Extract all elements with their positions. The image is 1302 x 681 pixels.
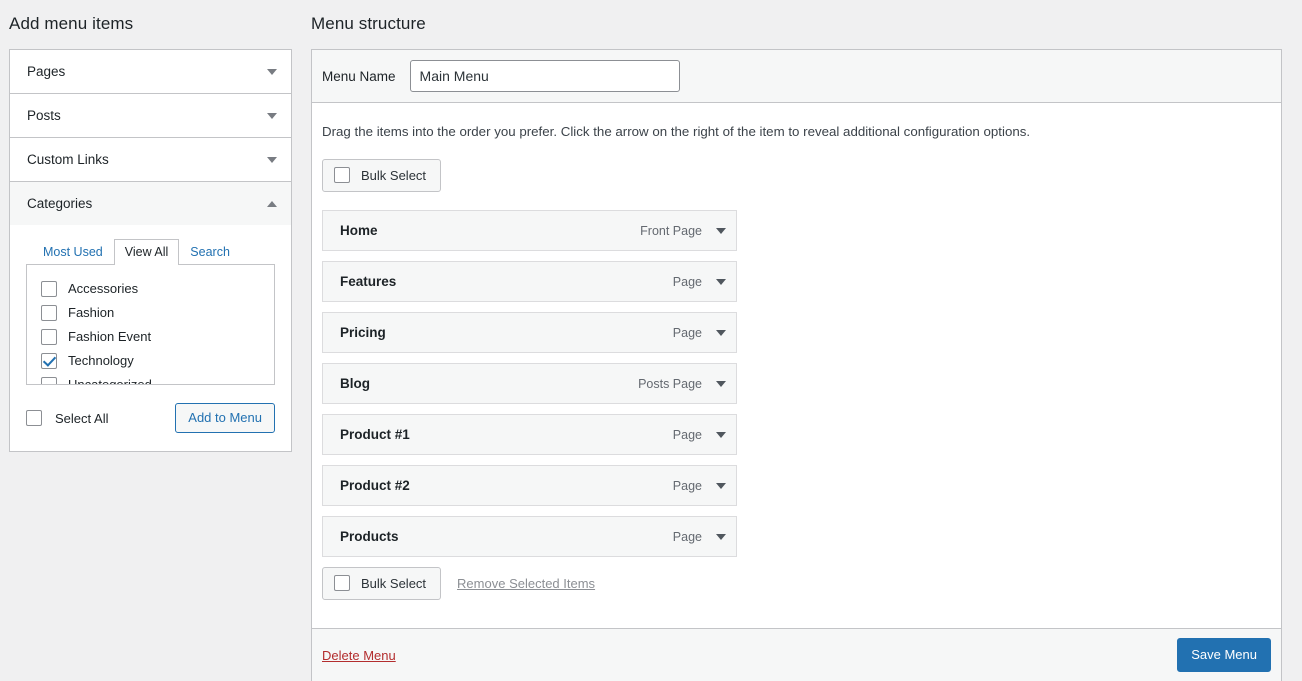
- bulk-actions-row: Bulk Select Remove Selected Items: [322, 567, 1281, 600]
- accordion-header-categories[interactable]: Categories: [10, 182, 291, 225]
- menu-item-title: Home: [340, 223, 378, 238]
- menu-name-label: Menu Name: [322, 68, 396, 84]
- select-all-control[interactable]: Select All: [26, 410, 108, 426]
- accordion-label-categories: Categories: [27, 196, 93, 211]
- table-row[interactable]: Pricing Page: [322, 312, 737, 353]
- drag-instructions: Drag the items into the order you prefer…: [322, 124, 1031, 139]
- tab-view-all[interactable]: View All: [113, 239, 180, 265]
- menu-item-title: Blog: [340, 376, 370, 391]
- list-item[interactable]: Fashion Event: [41, 325, 262, 349]
- menu-items-list: Home Front Page Features Page Pricing Pa…: [322, 210, 1281, 557]
- table-row[interactable]: Product #2 Page: [322, 465, 737, 506]
- menu-item-type: Page: [672, 529, 702, 544]
- categories-checklist: Accessories Fashion Fashion Event Techno…: [26, 265, 275, 385]
- checkbox-accessories[interactable]: [41, 281, 57, 297]
- chevron-down-icon[interactable]: [716, 533, 726, 540]
- menu-actions-footer: Delete Menu Save Menu: [311, 628, 1282, 681]
- menu-item-title: Pricing: [340, 325, 386, 340]
- menu-editor-page: Add menu items Menu structure Pages Post…: [0, 0, 1302, 681]
- menu-item-title: Products: [340, 529, 399, 544]
- menu-structure-panel: Menu Name Drag the items into the order …: [311, 49, 1282, 681]
- select-all-label: Select All: [55, 410, 109, 426]
- menu-structure-body: Drag the items into the order you prefer…: [312, 103, 1281, 600]
- checkbox-technology[interactable]: [41, 353, 57, 369]
- menu-structure-heading: Menu structure: [311, 14, 426, 33]
- remove-selected-items-link[interactable]: Remove Selected Items: [457, 576, 595, 591]
- accordion-label-posts: Posts: [27, 108, 61, 123]
- menu-name-input[interactable]: [409, 60, 680, 92]
- bulk-select-bottom[interactable]: Bulk Select: [322, 567, 442, 600]
- accordion-header-pages[interactable]: Pages: [10, 50, 291, 93]
- categories-footer: Select All Add to Menu: [26, 403, 275, 433]
- save-menu-button[interactable]: Save Menu: [1177, 638, 1271, 672]
- chevron-down-icon[interactable]: [716, 329, 726, 336]
- list-item-label: Accessories: [68, 281, 139, 296]
- menu-item-title: Product #1: [340, 427, 410, 442]
- menu-item-type: Page: [672, 427, 702, 442]
- menu-item-type: Page: [672, 325, 702, 340]
- accordion-panel-pages: Pages: [10, 50, 291, 94]
- checkbox-fashion[interactable]: [41, 305, 57, 321]
- checkbox-bulk-select-bottom[interactable]: [334, 575, 350, 591]
- chevron-down-icon[interactable]: [267, 68, 277, 75]
- list-item[interactable]: Accessories: [41, 277, 262, 301]
- chevron-down-icon[interactable]: [716, 431, 726, 438]
- menu-name-bar: Menu Name: [312, 50, 1281, 103]
- table-row[interactable]: Home Front Page: [322, 210, 737, 251]
- checkbox-bulk-select-top[interactable]: [334, 167, 350, 183]
- menu-item-title: Product #2: [340, 478, 410, 493]
- accordion-header-posts[interactable]: Posts: [10, 94, 291, 137]
- bulk-select-top[interactable]: Bulk Select: [322, 159, 442, 192]
- list-item[interactable]: Uncategorized: [41, 373, 262, 385]
- add-to-menu-button[interactable]: Add to Menu: [175, 403, 275, 433]
- table-row[interactable]: Products Page: [322, 516, 737, 557]
- checkbox-fashion-event[interactable]: [41, 329, 57, 345]
- list-item[interactable]: Fashion: [41, 301, 262, 325]
- list-item-label: Uncategorized: [68, 377, 152, 385]
- menu-item-type: Page: [672, 478, 702, 493]
- list-item-label: Fashion Event: [68, 329, 152, 344]
- categories-tabs: Most Used View All Search: [26, 239, 275, 265]
- accordion-panel-posts: Posts: [10, 94, 291, 138]
- categories-body: Most Used View All Search Accessories Fa…: [10, 225, 291, 451]
- bulk-select-top-label: Bulk Select: [361, 167, 427, 183]
- accordion-label-pages: Pages: [27, 64, 66, 79]
- table-row[interactable]: Blog Posts Page: [322, 363, 737, 404]
- accordion-header-custom-links[interactable]: Custom Links: [10, 138, 291, 181]
- checkbox-uncategorized[interactable]: [41, 377, 57, 384]
- chevron-down-icon[interactable]: [716, 227, 726, 234]
- accordion-panel-categories: Categories Most Used View All Search Acc…: [10, 182, 291, 451]
- menu-item-type: Page: [672, 274, 702, 289]
- accordion-label-custom-links: Custom Links: [27, 152, 109, 167]
- tab-most-used[interactable]: Most Used: [32, 239, 114, 265]
- list-item-label: Fashion: [68, 305, 115, 320]
- chevron-down-icon[interactable]: [716, 278, 726, 285]
- chevron-down-icon[interactable]: [267, 112, 277, 119]
- list-item-label: Technology: [68, 353, 134, 368]
- add-menu-items-heading: Add menu items: [9, 14, 134, 33]
- table-row[interactable]: Product #1 Page: [322, 414, 737, 455]
- accordion-panel-custom-links: Custom Links: [10, 138, 291, 182]
- chevron-up-icon[interactable]: [267, 200, 277, 207]
- list-item[interactable]: Technology: [41, 349, 262, 373]
- bulk-select-bottom-label: Bulk Select: [361, 575, 427, 591]
- table-row[interactable]: Features Page: [322, 261, 737, 302]
- chevron-down-icon[interactable]: [716, 482, 726, 489]
- delete-menu-link[interactable]: Delete Menu: [322, 648, 396, 663]
- add-menu-items-accordion: Pages Posts Custom Links Categories Most…: [9, 49, 292, 452]
- chevron-down-icon[interactable]: [716, 380, 726, 387]
- menu-item-title: Features: [340, 274, 397, 289]
- checkbox-select-all[interactable]: [26, 410, 42, 426]
- menu-item-type: Posts Page: [638, 376, 702, 391]
- chevron-down-icon[interactable]: [267, 156, 277, 163]
- tab-search[interactable]: Search: [179, 239, 241, 265]
- menu-item-type: Front Page: [640, 223, 702, 238]
